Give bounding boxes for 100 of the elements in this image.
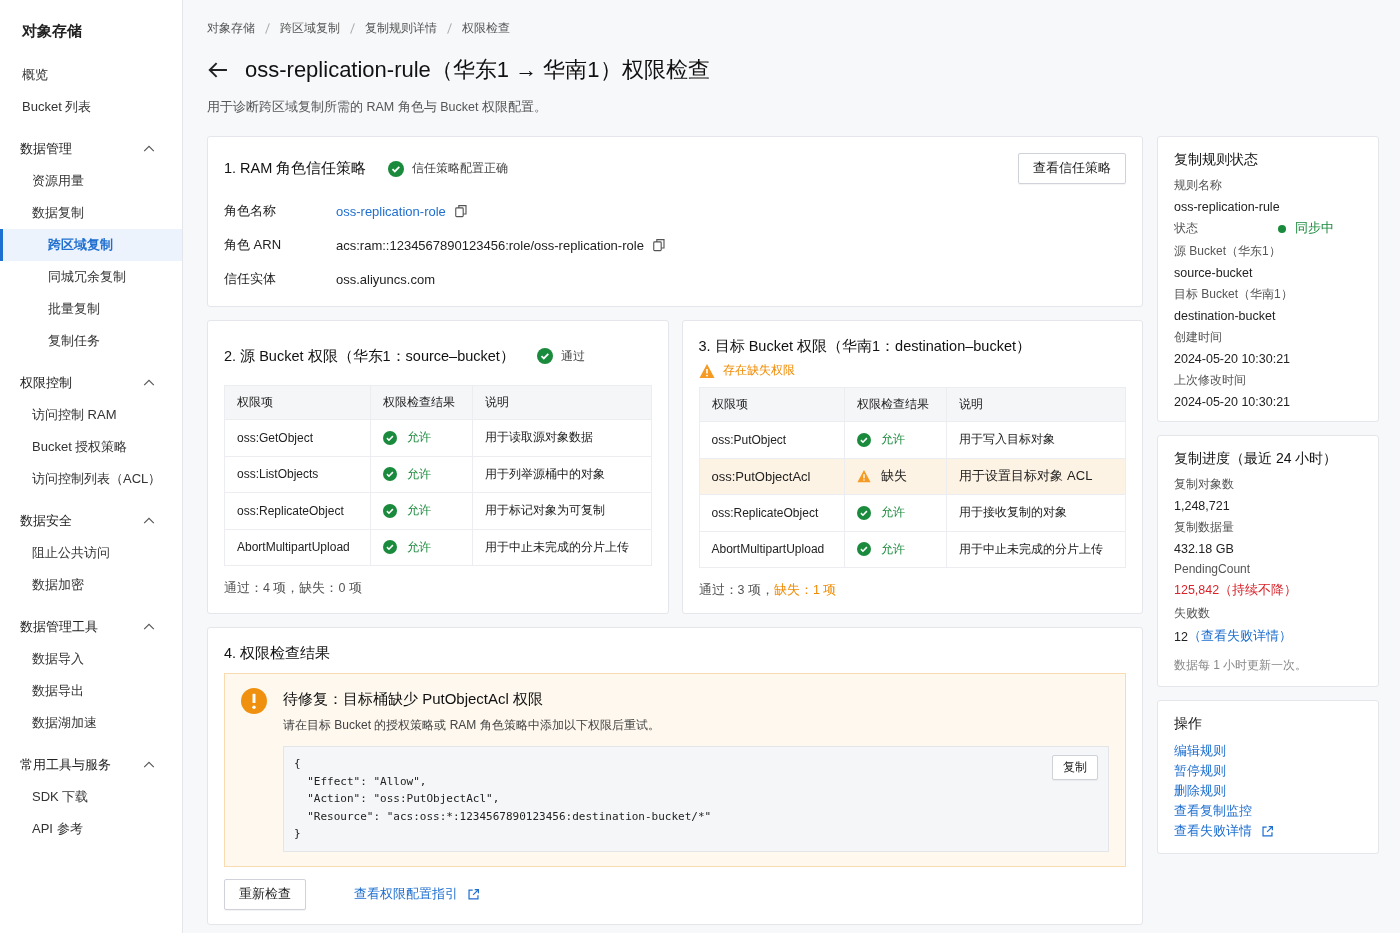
field-value: 12	[1174, 629, 1188, 644]
sidebar-item[interactable]: 数据复制	[0, 197, 182, 229]
status-text: 存在缺失权限	[722, 362, 795, 379]
result-text: 缺失	[881, 467, 907, 486]
view-trust-policy-button[interactable]: 查看信任策略	[1018, 153, 1126, 184]
copy-button[interactable]: 复制	[1052, 755, 1098, 780]
table-cell: AbortMultipartUpload	[699, 531, 845, 568]
sidebar-item[interactable]: 批量复制	[0, 293, 182, 325]
column-header: 权限项	[699, 387, 845, 422]
alert-message: 请在目标 Bucket 的授权策略或 RAM 角色策略中添加以下权限后重试。	[283, 717, 661, 734]
guide-link[interactable]: 查看权限配置指引	[354, 885, 458, 903]
column-header: 说明	[472, 385, 651, 420]
table-cell: 用于接收复制的对象	[946, 494, 1126, 531]
field-label: 失败数	[1174, 605, 1211, 622]
sidebar-item[interactable]: 数据加密	[0, 569, 182, 601]
field-value: 1,248,721	[1174, 499, 1230, 513]
breadcrumb-item[interactable]: 复制规则详情	[365, 20, 437, 37]
sidebar-title: 对象存储	[21, 22, 83, 41]
field-label: 上次修改时间	[1174, 372, 1247, 389]
field-value: source-bucket	[1174, 266, 1253, 280]
note-text: 数据每 1 小时更新一次。	[1174, 657, 1309, 674]
field-value: 432.18 GB	[1174, 542, 1234, 556]
status-text: 同步中	[1295, 220, 1334, 237]
copy-icon[interactable]	[651, 238, 666, 252]
sidebar-item[interactable]: 访问控制 RAM	[0, 399, 182, 431]
sidebar-item[interactable]: 阻止公共访问	[0, 537, 182, 569]
sidebar-item[interactable]: 数据导出	[0, 675, 182, 707]
breadcrumb-item[interactable]: 跨区域复制	[280, 20, 340, 37]
sidebar-item[interactable]: Bucket 授权策略	[0, 431, 182, 463]
field-value: oss.aliyuncs.com	[336, 271, 435, 287]
field-label: 状态	[1174, 220, 1199, 237]
sidebar-item[interactable]: 数据湖加速	[0, 707, 182, 739]
exclamation-icon	[241, 688, 267, 714]
column-header: 说明	[946, 387, 1126, 422]
result-text: 允许	[881, 540, 905, 558]
field-label: 角色 ARN	[224, 236, 283, 254]
field-label: 规则名称	[1174, 177, 1223, 194]
summary-text: 通过：3 项，缺失：1 项	[698, 582, 838, 599]
field-value: oss-replication-rule	[1174, 200, 1280, 214]
sidebar-item[interactable]: API 参考	[0, 813, 182, 845]
result-text: 允许	[881, 504, 905, 522]
field-label: 复制数据量	[1174, 519, 1235, 536]
action-link[interactable]: 删除规则	[1174, 782, 1226, 800]
sidebar-item[interactable]: 资源用量	[0, 165, 182, 197]
status-text: 通过	[560, 347, 585, 365]
sidebar-item[interactable]: 访问控制列表（ACL）	[0, 463, 182, 495]
failure-details-link[interactable]: （查看失败详情）	[1187, 628, 1292, 645]
result-text: 允许	[881, 431, 905, 449]
table-cell: oss:GetObject	[224, 419, 370, 456]
table-cell: oss:ReplicateObject	[699, 494, 845, 531]
role-name-link[interactable]: oss-replication-role	[336, 203, 446, 219]
column-header: 权限检查结果	[844, 387, 947, 422]
field-value: destination-bucket	[1174, 309, 1276, 323]
action-link[interactable]: 查看失败详情	[1174, 822, 1252, 840]
column-header: 权限项	[224, 385, 370, 420]
sidebar-group-label: 数据管理	[20, 140, 72, 158]
sidebar-group-label: 数据管理工具	[20, 618, 98, 636]
sidebar-group-label: 数据安全	[20, 512, 72, 530]
card-title: 复制规则状态	[1174, 151, 1259, 169]
section-title: 3. 目标 Bucket 权限（华南1：destination–bucket）	[698, 337, 1031, 356]
sidebar-item[interactable]: 复制任务	[0, 325, 182, 357]
sidebar-item[interactable]: 同城冗余复制	[0, 261, 182, 293]
result-text: 允许	[406, 429, 431, 447]
breadcrumb-item[interactable]: 对象存储	[207, 20, 255, 37]
field-label: PendingCount	[1174, 562, 1252, 576]
section-title: 1. RAM 角色信任策略	[224, 159, 367, 178]
field-label: 信任实体	[224, 270, 277, 288]
result-text: 允许	[406, 465, 431, 483]
action-link[interactable]: 查看复制监控	[1174, 802, 1252, 820]
recheck-button[interactable]: 重新检查	[224, 878, 306, 910]
sidebar-item[interactable]: 数据导入	[0, 643, 182, 675]
sidebar-group-label: 权限控制	[20, 374, 72, 392]
table-cell: 用于列举源桶中的对象	[472, 456, 651, 493]
field-value: 2024-05-20 10:30:21	[1174, 352, 1291, 366]
summary-text: 通过：4 项，缺失：0 项	[224, 580, 363, 597]
field-label: 创建时间	[1174, 329, 1223, 346]
sidebar-item[interactable]: 跨区域复制	[0, 229, 182, 261]
table-cell: oss:PutObjectAcl	[699, 458, 845, 495]
table-cell: 用于读取源对象数据	[472, 419, 651, 456]
table-cell: oss:ListObjects	[224, 456, 370, 493]
table-cell: 用于中止未完成的分片上传	[472, 529, 651, 566]
field-label: 角色名称	[224, 202, 277, 220]
alert-title: 待修复：目标桶缺少 PutObjectAcl 权限	[283, 690, 545, 709]
action-link[interactable]: 编辑规则	[1174, 742, 1226, 760]
result-text: 允许	[406, 538, 431, 556]
table-cell: 用于中止未完成的分片上传	[946, 531, 1126, 568]
sidebar-item[interactable]: 概览	[0, 59, 182, 91]
action-link[interactable]: 暂停规则	[1174, 762, 1226, 780]
field-label: 复制对象数	[1174, 476, 1235, 493]
table-cell: 用于标记对象为可复制	[472, 492, 651, 529]
copy-icon[interactable]	[453, 204, 468, 218]
field-value: acs:ram::1234567890123456:role/oss-replication-role	[336, 237, 644, 253]
field-label: 源 Bucket（华东1）	[1174, 243, 1282, 260]
table-cell: AbortMultipartUpload	[224, 529, 370, 566]
code-text: { "Effect": "Allow", "Action": "oss:PutObjectAcl", "Resource": "acs:oss:*:1234567890123456:destination-bucket/*" }	[294, 756, 712, 842]
field-value: 125,842（持续不降）	[1174, 582, 1298, 599]
status-text: 信任策略配置正确	[412, 160, 509, 177]
section-title: 2. 源 Bucket 权限（华东1：source–bucket）	[224, 346, 515, 366]
sidebar-item[interactable]: SDK 下载	[0, 781, 182, 813]
sidebar-item[interactable]: Bucket 列表	[0, 91, 182, 123]
